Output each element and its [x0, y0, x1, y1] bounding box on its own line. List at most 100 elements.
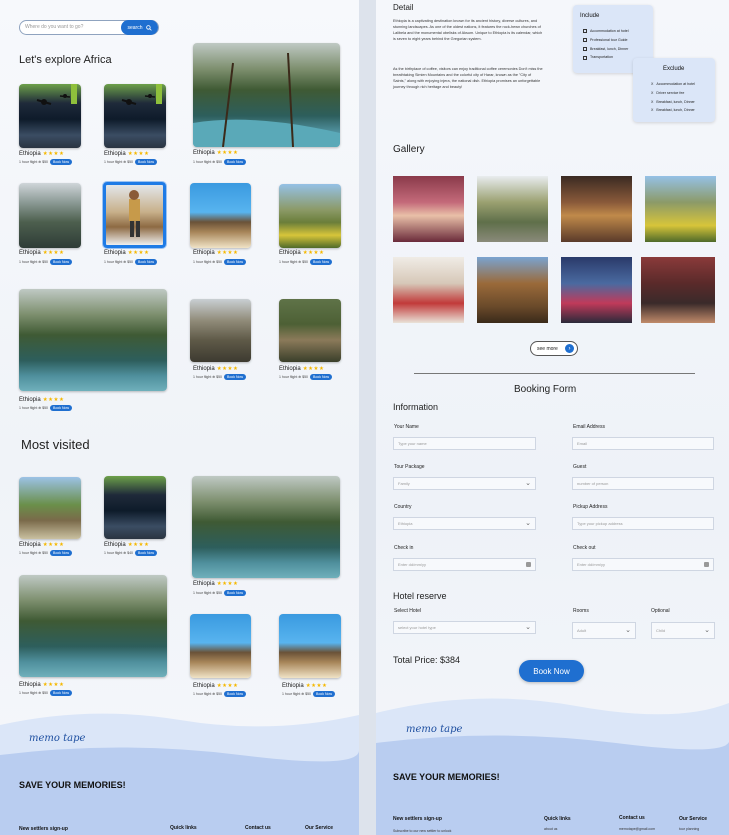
memotape-logo[interactable]: memo tape [406, 724, 462, 735]
optional-label: Optional [651, 608, 670, 614]
book-now-button[interactable]: Book Now [224, 691, 246, 697]
checkbox-icon [583, 55, 587, 60]
gallery-image-costume[interactable] [561, 257, 632, 323]
book-now-button[interactable]: Book Now [135, 550, 157, 556]
skydivers-image [121, 84, 162, 105]
contact-heading: Contact us [245, 825, 271, 831]
tour-package-select[interactable]: Family ⌄ [393, 477, 536, 490]
card-info: 1 hour flight ⊕ $50 Book Now [279, 374, 332, 380]
photo-lake-flowers[interactable] [279, 184, 341, 248]
card-info: 1 hour flight ⊕ $50 Book Now [104, 159, 157, 165]
book-now-button[interactable]: Book Now [50, 259, 72, 265]
book-now-button[interactable]: Book Now [135, 159, 157, 165]
contact-heading: Contact us [619, 815, 645, 821]
guest-input[interactable]: number of person [572, 477, 714, 490]
about-us-link[interactable]: about us [544, 827, 557, 831]
card-info: 1 hour flight ⊕ $50 Book Now [19, 690, 72, 696]
book-now-button[interactable]: Book Now [310, 259, 332, 265]
search-bar[interactable]: Where do you want to go? search [19, 20, 159, 35]
photo-palm-pool-2[interactable] [19, 289, 167, 391]
contact-email[interactable]: memotape@gmail.com [619, 827, 655, 831]
child-select[interactable]: Child ⌄ [651, 622, 715, 639]
rating-stars: ★★★★ [302, 366, 325, 372]
rating-stars: ★★★★ [42, 682, 65, 688]
card-info: 1 hour flight ⊕ $40 Book Now [104, 550, 157, 556]
rating-stars: ★★★★ [216, 250, 239, 256]
photo-palm-pool-3[interactable] [192, 476, 340, 578]
arrow-right-icon: › [565, 344, 574, 353]
card-title: Ethiopia ★★★★ [282, 683, 328, 689]
explore-title: Let's explore Africa [19, 54, 112, 66]
check-in-input[interactable]: Enter dd/mm/yy [393, 558, 536, 571]
book-now-button[interactable]: Book Now [310, 374, 332, 380]
book-now-button[interactable]: Book Now [135, 259, 157, 265]
photo-skydivers-3[interactable] [104, 476, 166, 539]
photo-skydivers-2[interactable] [104, 84, 166, 148]
book-now-button[interactable]: Book Now [224, 590, 246, 596]
see-more-button[interactable]: see more › [530, 341, 578, 356]
photo-rock-beach-3[interactable] [279, 614, 341, 678]
book-now-button[interactable]: Book Now [224, 159, 246, 165]
palm-pool-image [193, 52, 340, 147]
service-link[interactable]: tour planning [679, 827, 699, 831]
photo-rock-beach[interactable] [190, 183, 251, 248]
book-now-button[interactable]: Book Now [224, 374, 246, 380]
rating-stars: ★★★★ [216, 581, 239, 587]
rooms-label: Rooms [573, 608, 589, 614]
gallery-image-castle[interactable] [477, 257, 548, 323]
rating-stars: ★★★★ [42, 151, 65, 157]
section-divider [414, 373, 695, 374]
card-title: Ethiopia ★★★★ [104, 542, 150, 548]
calendar-icon[interactable] [704, 562, 709, 567]
book-now-button[interactable]: Book Now [313, 691, 335, 697]
book-now-button[interactable]: Book Now [50, 690, 72, 696]
book-now-button[interactable]: Book Now [519, 660, 584, 682]
gallery-image-waterfall[interactable] [477, 176, 548, 242]
photo-mountain-valley[interactable] [19, 183, 81, 248]
card-title: Ethiopia ★★★★ [19, 397, 65, 403]
rating-stars: ★★★★ [127, 542, 150, 548]
chevron-down-icon: ⌄ [704, 626, 710, 634]
book-now-button[interactable]: Book Now [50, 405, 72, 411]
search-button[interactable]: search [121, 20, 158, 35]
include-list: Accommodation at hotel Professional tour… [583, 27, 629, 62]
photo-giraffe-car[interactable] [19, 477, 81, 539]
photo-skydivers[interactable] [19, 84, 81, 148]
select-hotel-label: Select Hotel [394, 608, 421, 614]
check-out-label: Check out [573, 545, 596, 551]
book-now-button[interactable]: Book Now [50, 159, 72, 165]
photo-palm-pool-4[interactable] [19, 575, 167, 677]
gallery-image-woman[interactable] [393, 176, 464, 242]
gallery-image-lake[interactable] [645, 176, 716, 242]
x-icon: X [651, 99, 654, 104]
search-input[interactable]: Where do you want to go? [25, 24, 83, 30]
check-out-input[interactable]: Enter dd/mm/yy [572, 558, 714, 571]
card-title: Ethiopia ★★★★ [193, 683, 239, 689]
photo-hikers[interactable] [190, 299, 251, 362]
card-info: 1 hour flight ⊕ $50 Book Now [193, 590, 246, 596]
country-select[interactable]: Ethiopia ⌄ [393, 517, 536, 530]
newsletter-heading: New settlers sign-up [19, 826, 68, 832]
select-hotel-select[interactable]: select your hotel type ⌄ [393, 621, 536, 634]
memotape-logo[interactable]: memo tape [29, 733, 85, 744]
email-input[interactable]: Email [572, 437, 714, 450]
gallery-image-food[interactable] [561, 176, 632, 242]
book-now-button[interactable]: Book Now [224, 259, 246, 265]
rooms-select[interactable]: Adult ⌄ [572, 622, 636, 639]
pickup-input[interactable]: Type your pickup address [572, 517, 714, 530]
country-label: Country [394, 504, 412, 510]
photo-palm-pool[interactable] [193, 43, 340, 147]
calendar-icon[interactable] [526, 562, 531, 567]
gallery-image-dress[interactable] [393, 257, 464, 323]
card-title: Ethiopia ★★★★ [19, 151, 65, 157]
photo-rock-beach-2[interactable] [190, 614, 251, 678]
card-info: 1 hour flight ⊕ $50 Book Now [19, 550, 72, 556]
photo-person-selected[interactable] [103, 182, 166, 248]
chevron-down-icon: ⌄ [525, 623, 531, 631]
rating-stars: ★★★★ [127, 151, 150, 157]
gallery-image-dish[interactable] [641, 257, 715, 323]
book-now-button[interactable]: Book Now [50, 550, 72, 556]
your-name-input[interactable]: Type your name [393, 437, 536, 450]
x-icon: X [651, 82, 654, 86]
photo-group-travelers[interactable] [279, 299, 341, 362]
